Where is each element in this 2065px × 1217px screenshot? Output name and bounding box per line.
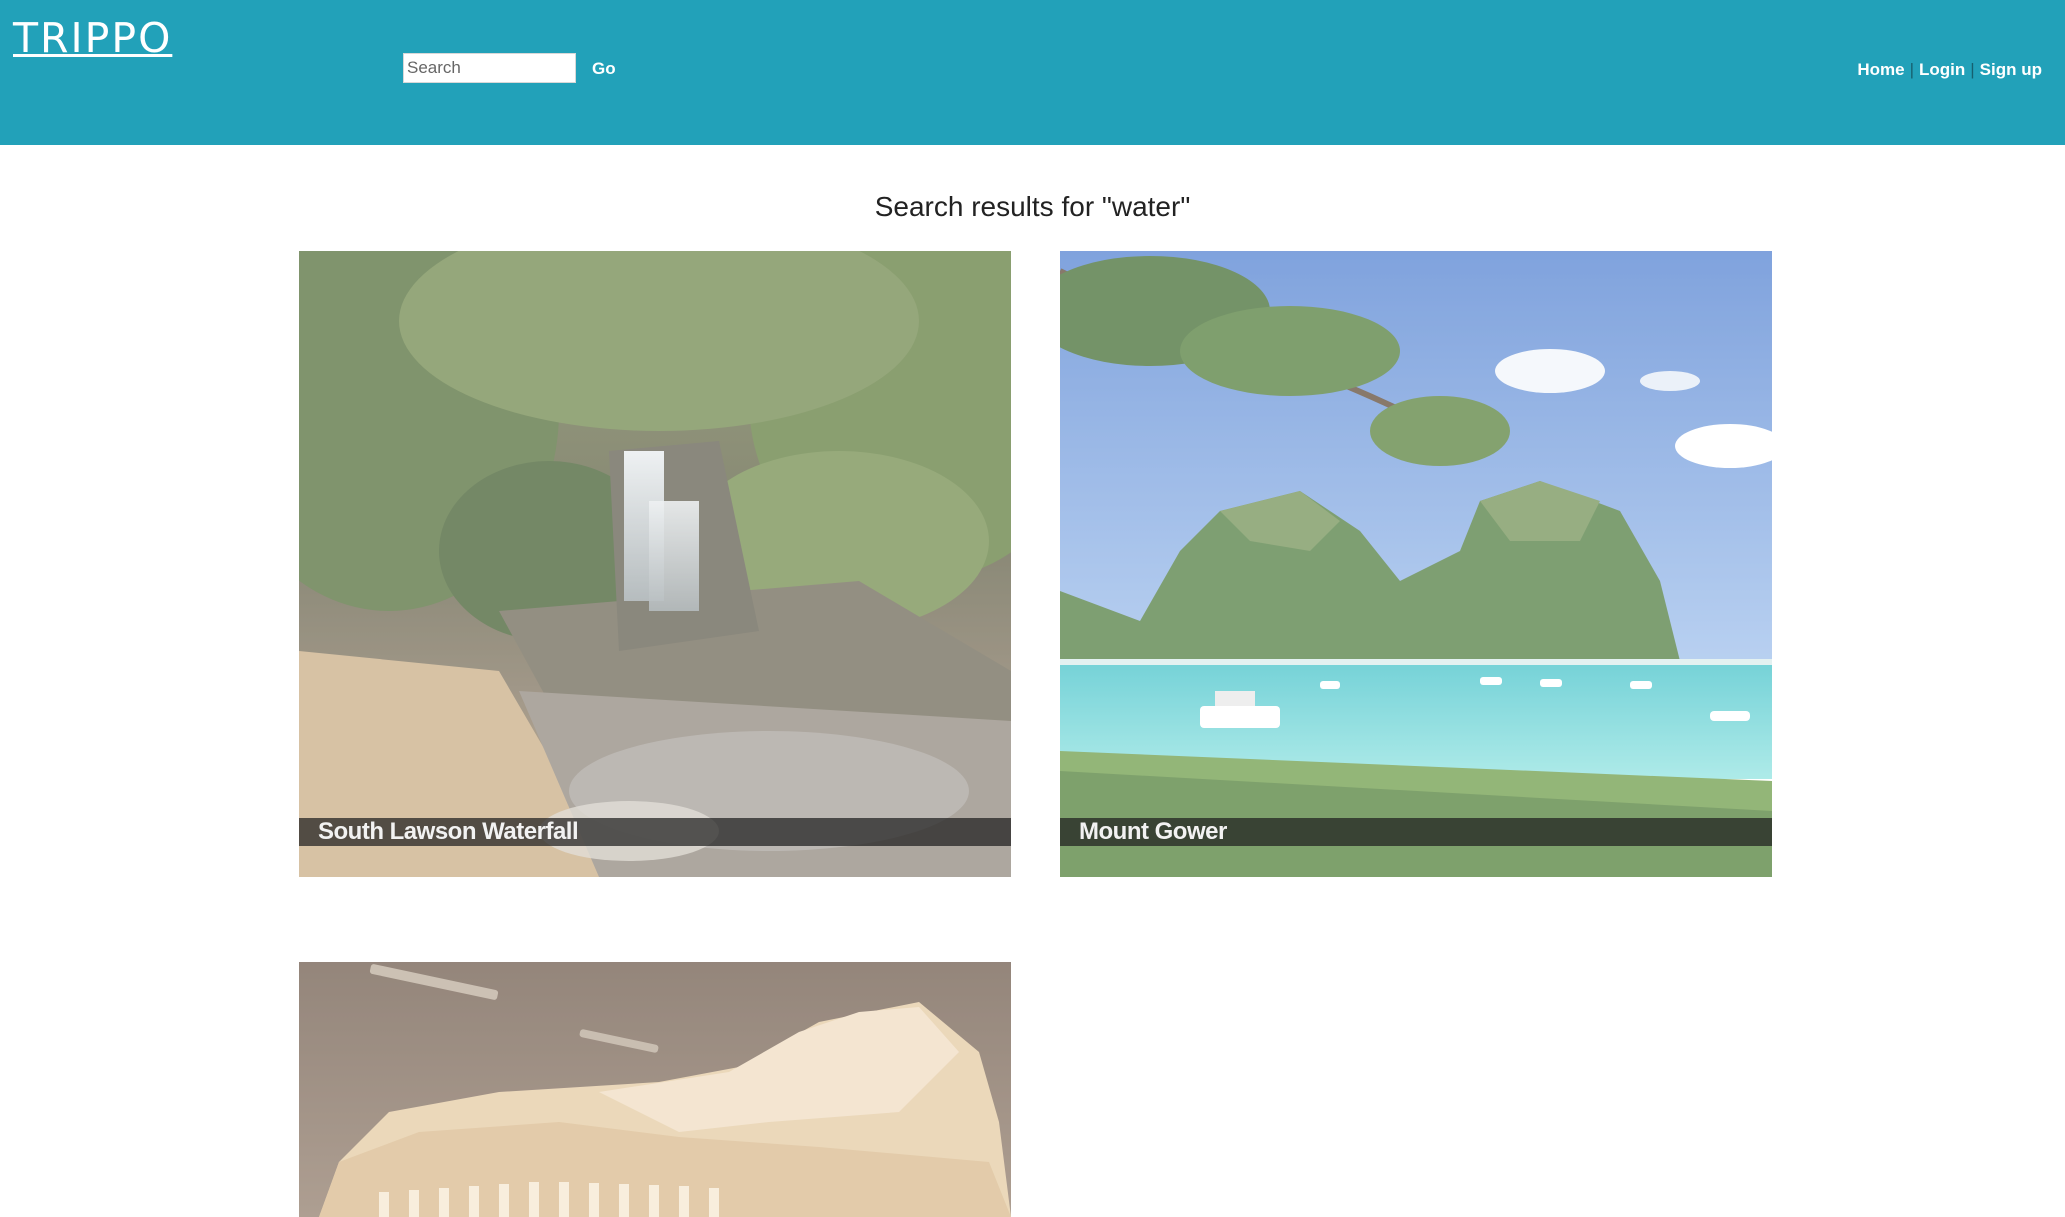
top-nav: Home | Login | Sign up — [1857, 58, 2042, 82]
nav-separator: | — [1970, 60, 1975, 79]
site-header: TRIPPO Go Home | Login | Sign up — [0, 0, 2065, 145]
nav-signup-link[interactable]: Sign up — [1980, 60, 2042, 79]
nav-home-link[interactable]: Home — [1857, 60, 1904, 79]
go-button[interactable]: Go — [592, 57, 616, 81]
search-input[interactable] — [403, 53, 576, 83]
page-title: Search results for "water" — [874, 191, 1191, 222]
result-title: Mount Gower — [1079, 818, 1227, 845]
result-card[interactable] — [299, 962, 1011, 1217]
result-card[interactable]: Mount Gower — [1060, 251, 1772, 877]
nav-separator: | — [1909, 60, 1914, 79]
nav-login-link[interactable]: Login — [1919, 60, 1965, 79]
result-card[interactable]: South Lawson Waterfall — [299, 251, 1011, 877]
logo-link[interactable]: TRIPPO — [13, 14, 172, 62]
result-title: South Lawson Waterfall — [318, 818, 579, 845]
